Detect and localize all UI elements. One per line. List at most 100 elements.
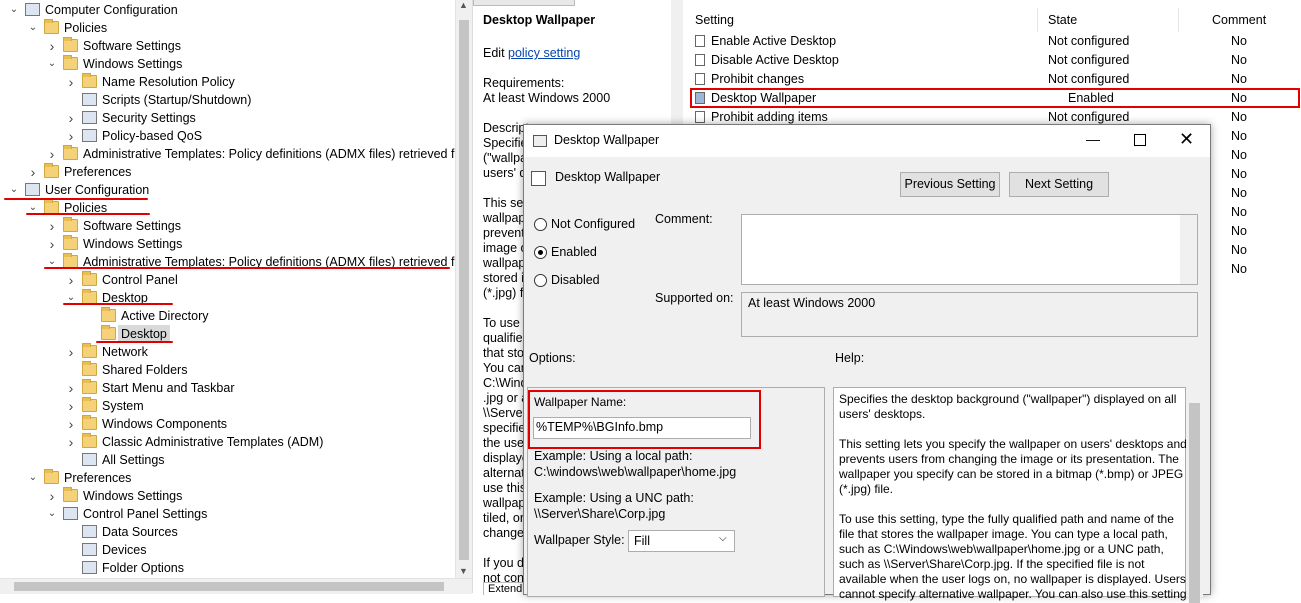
column-divider[interactable] — [1037, 8, 1038, 32]
chevron-right-icon[interactable]: › — [27, 163, 39, 181]
tree-item-label[interactable]: Policy-based QoS — [102, 127, 202, 145]
scroll-thumb[interactable] — [459, 20, 469, 560]
tree-item[interactable]: › Name Resolution Policy — [0, 73, 455, 91]
tree-item-label[interactable]: Active Directory — [121, 307, 209, 325]
radio-not-configured[interactable] — [534, 218, 547, 231]
tree-item[interactable]: › Network — [0, 343, 455, 361]
tree-item-label[interactable]: Shared Folders — [102, 361, 187, 379]
scroll-down-icon[interactable]: ▼ — [459, 566, 468, 576]
column-header-setting[interactable]: Setting — [695, 10, 734, 30]
tree-item-label[interactable]: Network — [102, 343, 148, 361]
chevron-down-icon[interactable]: ⌵ — [719, 533, 727, 544]
tree-item[interactable]: Folder Options — [0, 559, 455, 577]
tree-horizontal-scrollbar[interactable] — [0, 578, 472, 594]
tree-item-label[interactable]: User Configuration — [45, 181, 149, 199]
tree-item-label[interactable]: All Settings — [102, 451, 165, 469]
radio-enabled[interactable] — [534, 246, 547, 259]
tree-item-label[interactable]: Control Panel — [102, 271, 178, 289]
chevron-right-icon[interactable]: › — [46, 235, 58, 253]
chevron-right-icon[interactable]: › — [65, 127, 77, 145]
tree-vertical-scrollbar[interactable]: ▲ ▼ — [455, 0, 473, 578]
tree-item-label[interactable]: Windows Settings — [83, 55, 182, 73]
tree-item-label[interactable]: Computer Configuration — [45, 1, 178, 19]
setting-row[interactable]: Enable Active Desktop Not configured No — [688, 32, 1301, 51]
chevron-right-icon[interactable]: › — [65, 415, 77, 433]
chevron-right-icon[interactable]: › — [65, 271, 77, 289]
tree-item-label[interactable]: Folder Options — [102, 559, 184, 577]
column-divider[interactable] — [1178, 8, 1179, 32]
tree-item[interactable]: ⌄ User Configuration — [0, 181, 455, 199]
tree-item-label[interactable]: Windows Components — [102, 415, 227, 433]
chevron-right-icon[interactable]: › — [65, 433, 77, 451]
chevron-right-icon[interactable]: › — [46, 37, 58, 55]
tree-item[interactable]: ⌄ Control Panel Settings — [0, 505, 455, 523]
scroll-thumb[interactable] — [14, 582, 444, 591]
radio-disabled-label[interactable]: Disabled — [551, 273, 600, 287]
tree-item-label[interactable]: Classic Administrative Templates (ADM) — [102, 433, 323, 451]
tree-item-label[interactable]: Administrative Templates: Policy definit… — [83, 145, 455, 163]
tree-item[interactable]: › Windows Settings — [0, 235, 455, 253]
scroll-up-icon[interactable]: ▲ — [459, 0, 468, 10]
tree-item[interactable]: Active Directory — [0, 307, 455, 325]
comment-textarea[interactable] — [741, 214, 1198, 285]
tree-item-label[interactable]: Scripts (Startup/Shutdown) — [102, 91, 251, 109]
chevron-right-icon[interactable]: › — [65, 343, 77, 361]
comment-scrollbar[interactable] — [1180, 215, 1197, 284]
setting-row[interactable]: Disable Active Desktop Not configured No — [688, 51, 1301, 70]
tree-item-label[interactable]: Data Sources — [102, 523, 178, 541]
tree-item[interactable]: › Software Settings — [0, 217, 455, 235]
previous-setting-button[interactable]: Previous Setting — [900, 172, 1000, 197]
tree-item[interactable]: ⌄ Computer Configuration — [0, 1, 455, 19]
column-header-state[interactable]: State — [1048, 10, 1077, 30]
edit-policy-link[interactable]: policy setting — [508, 46, 580, 60]
tree-item[interactable]: ⌄ Preferences — [0, 469, 455, 487]
scroll-thumb[interactable] — [1189, 403, 1200, 603]
chevron-right-icon[interactable]: › — [65, 73, 77, 91]
tree-item[interactable]: › Classic Administrative Templates (ADM) — [0, 433, 455, 451]
tree-item-label[interactable]: Policies — [64, 19, 107, 37]
tree-item-label[interactable]: Name Resolution Policy — [102, 73, 235, 91]
close-icon[interactable]: ✕ — [1179, 129, 1194, 150]
tree-item-label[interactable]: Control Panel Settings — [83, 505, 207, 523]
tree-item-label[interactable]: Preferences — [64, 469, 131, 487]
tree-item[interactable]: Scripts (Startup/Shutdown) — [0, 91, 455, 109]
tab-standard-top[interactable] — [473, 0, 575, 6]
tree-item[interactable]: › Control Panel — [0, 271, 455, 289]
tree-item[interactable]: Devices — [0, 541, 455, 559]
tree-item[interactable]: › Preferences — [0, 163, 455, 181]
tree-item[interactable]: ⌄ Policies — [0, 19, 455, 37]
tree-item-label[interactable]: Windows Settings — [83, 235, 182, 253]
tree-item[interactable]: Desktop — [0, 325, 455, 343]
wallpaper-style-select[interactable]: Fill ⌵ — [628, 530, 735, 552]
chevron-down-icon[interactable]: ⌄ — [27, 469, 39, 487]
dialog-title-bar[interactable]: Desktop Wallpaper — ✕ — [524, 125, 1210, 157]
tree-item[interactable]: › Software Settings — [0, 37, 455, 55]
tree-item-label[interactable]: System — [102, 397, 144, 415]
supported-scrollbar[interactable] — [1180, 293, 1197, 336]
tree-item-label[interactable]: Start Menu and Taskbar — [102, 379, 234, 397]
tree-item-label[interactable]: Preferences — [64, 163, 131, 181]
chevron-right-icon[interactable]: › — [65, 109, 77, 127]
radio-disabled[interactable] — [534, 274, 547, 287]
tree-item[interactable]: ⌄ Windows Settings — [0, 55, 455, 73]
maximize-icon[interactable] — [1134, 134, 1146, 146]
tree-item[interactable]: › System — [0, 397, 455, 415]
next-setting-button[interactable]: Next Setting — [1009, 172, 1109, 197]
tree-item[interactable]: Shared Folders — [0, 361, 455, 379]
column-header-comment[interactable]: Comment — [1212, 10, 1266, 30]
tree-item[interactable]: › Windows Settings — [0, 487, 455, 505]
chevron-down-icon[interactable]: ⌄ — [46, 505, 58, 523]
chevron-down-icon[interactable]: ⌄ — [8, 181, 20, 199]
help-scrollbar[interactable] — [1186, 387, 1203, 603]
tree-item[interactable]: › Administrative Templates: Policy defini… — [0, 145, 455, 163]
chevron-right-icon[interactable]: › — [46, 487, 58, 505]
tree-item[interactable]: All Settings — [0, 451, 455, 469]
chevron-right-icon[interactable]: › — [46, 145, 58, 163]
tree-item[interactable]: › Policy-based QoS — [0, 127, 455, 145]
tree-item-label[interactable]: Windows Settings — [83, 487, 182, 505]
tree-item[interactable]: › Security Settings — [0, 109, 455, 127]
chevron-right-icon[interactable]: › — [65, 379, 77, 397]
tree-item[interactable]: Data Sources — [0, 523, 455, 541]
minimize-icon[interactable]: — — [1086, 131, 1100, 147]
radio-not-configured-label[interactable]: Not Configured — [551, 217, 635, 231]
